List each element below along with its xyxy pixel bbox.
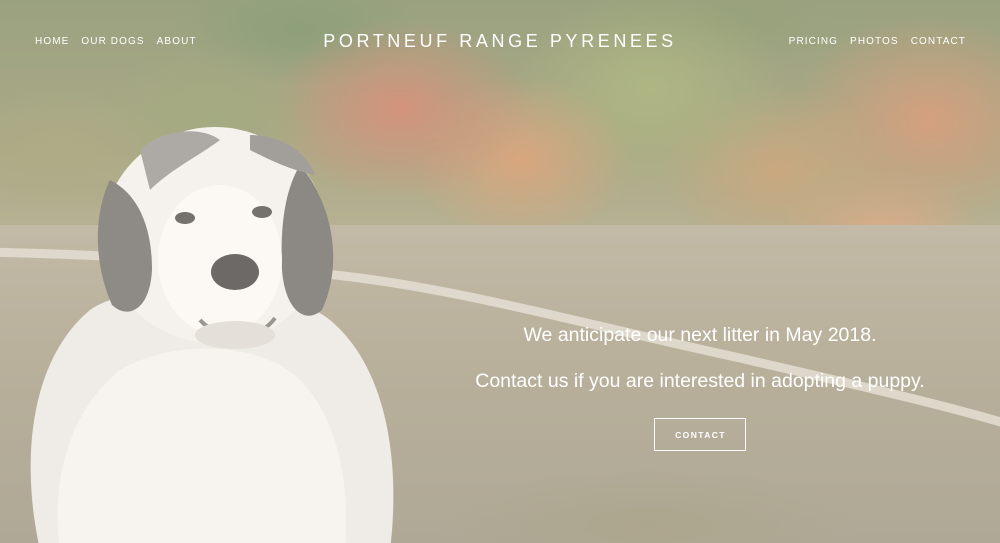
main-nav-right: PRICING PHOTOS CONTACT (789, 36, 966, 47)
hero-contact-button[interactable]: CONTACT (654, 418, 746, 451)
hero-content: We anticipate our next litter in May 201… (400, 322, 1000, 451)
nav-photos-link[interactable]: PHOTOS (850, 36, 899, 47)
hero-announcement-text: We anticipate our next litter in May 201… (523, 324, 877, 346)
page: HOME OUR DOGS ABOUT PORTNEUF RANGE PYREN… (0, 0, 1000, 543)
hero-adoption-text: Contact us if you are interested in adop… (475, 370, 925, 392)
nav-contact-link[interactable]: CONTACT (911, 36, 966, 47)
site-header: HOME OUR DOGS ABOUT PORTNEUF RANGE PYREN… (0, 0, 1000, 84)
nav-pricing-link[interactable]: PRICING (789, 36, 838, 47)
